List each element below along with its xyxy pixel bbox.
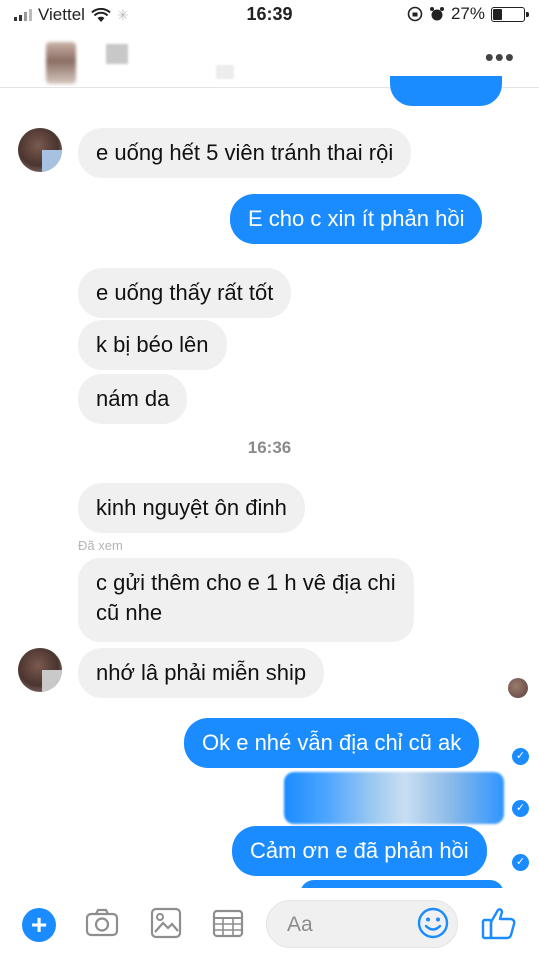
read-receipt-avatar xyxy=(508,678,528,698)
camera-icon[interactable] xyxy=(84,905,120,941)
message-line: cũ nhe xyxy=(96,600,163,625)
gallery-icon[interactable] xyxy=(148,905,184,941)
emoji-icon[interactable] xyxy=(416,906,450,940)
time-divider: 16:36 xyxy=(247,438,292,457)
contact-status-redacted xyxy=(216,65,234,79)
message-incoming: kinh nguyệt ôn đinh xyxy=(78,483,305,533)
composer-bar: + Aa xyxy=(0,888,539,960)
more-options-icon[interactable]: ••• xyxy=(485,44,515,70)
message-outgoing: Cảm ơn e đã phản hồi xyxy=(232,826,487,876)
plus-icon[interactable]: + xyxy=(22,908,56,942)
sticker-icon[interactable] xyxy=(210,905,246,941)
battery-percent: 27% xyxy=(450,4,485,23)
message-input-placeholder: Aa xyxy=(287,913,313,936)
status-right: 27% xyxy=(407,4,529,24)
message-list: e uống hết 5 viên tránh thai rội E cho c… xyxy=(0,76,539,894)
seen-label: Đã xem xyxy=(78,538,123,553)
message-incoming-multiline: c gửi thêm cho e 1 h vê địa chi cũ nhe xyxy=(78,558,414,642)
contact-avatar-small xyxy=(18,128,62,172)
thumbs-up-icon[interactable] xyxy=(480,904,518,942)
message-outgoing: E cho c xin ít phản hồi xyxy=(230,194,483,244)
message-incoming: nám da xyxy=(78,374,188,424)
sent-check-icon: ✓ xyxy=(512,854,529,871)
contact-avatar[interactable] xyxy=(46,42,76,84)
message-incoming: e uống thấy rất tốt xyxy=(78,268,292,318)
message-line: c gửi thêm cho e 1 h vê địa chi xyxy=(96,570,396,595)
orientation-lock-icon xyxy=(407,6,423,22)
message-incoming: e uống hết 5 viên tránh thai rội xyxy=(78,128,412,178)
message-outgoing: Ok e nhé vẫn địa chỉ cũ ak xyxy=(184,718,480,768)
sent-check-icon: ✓ xyxy=(512,800,529,817)
battery-icon xyxy=(491,6,529,22)
sent-check-icon: ✓ xyxy=(512,748,529,765)
message-bubble-partial xyxy=(390,76,502,106)
status-bar: Viettel ✳ 16:39 27% xyxy=(0,0,539,30)
contact-avatar-small xyxy=(18,648,62,692)
alarm-icon xyxy=(429,7,444,21)
contact-name-redacted xyxy=(106,44,128,64)
message-incoming: nhớ lâ phải miễn ship xyxy=(78,648,325,698)
message-outgoing-redacted xyxy=(284,772,504,824)
message-incoming: k bị béo lên xyxy=(78,320,227,370)
